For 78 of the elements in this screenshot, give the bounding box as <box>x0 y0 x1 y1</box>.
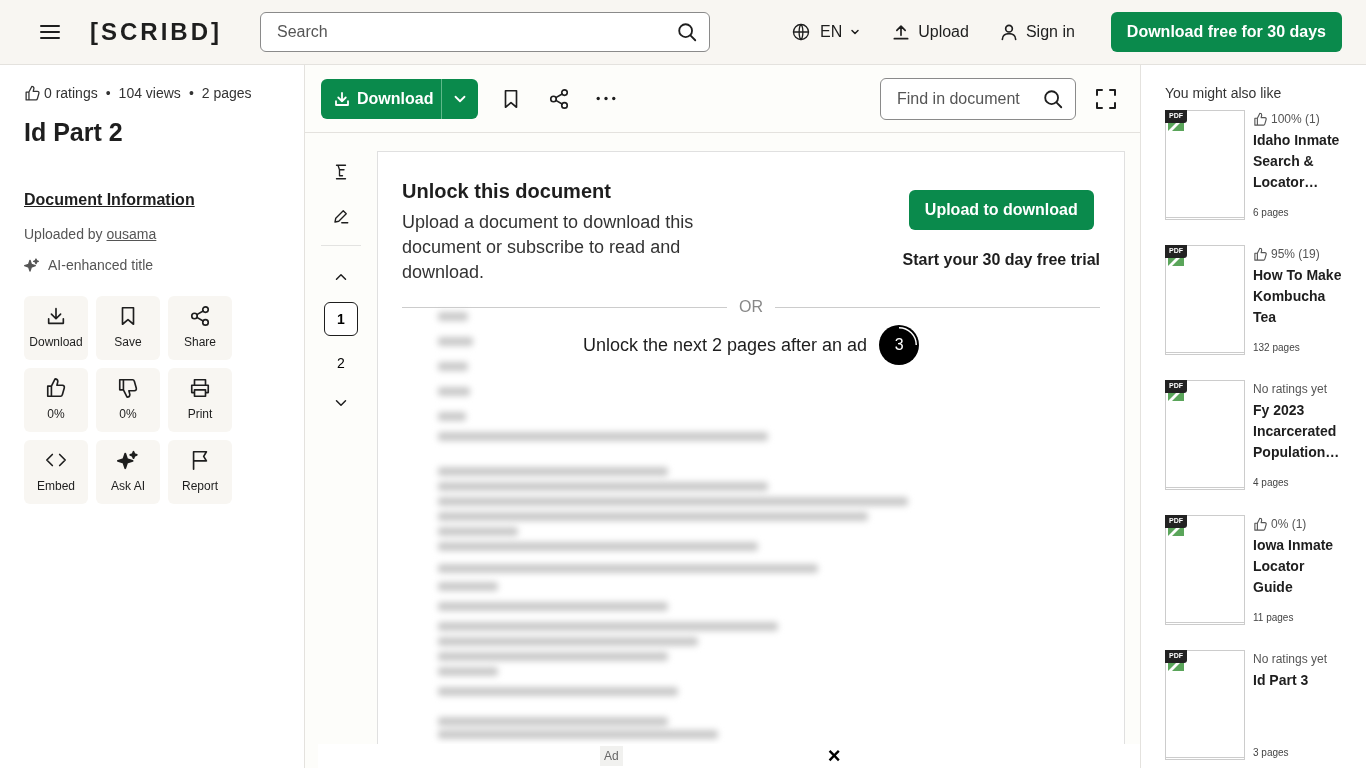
search-field[interactable]: Search <box>260 12 710 52</box>
broken-image-icon <box>1168 393 1184 401</box>
action-tile[interactable]: 0% <box>24 367 88 432</box>
logo[interactable]: [SCRIBD] <box>90 14 222 50</box>
ad-label: Ad <box>600 746 623 766</box>
views-count: 104 views <box>118 84 181 103</box>
printer-icon <box>189 376 211 399</box>
or-divider-text: OR <box>739 297 763 317</box>
download-free-button[interactable]: Download free for 30 days <box>1110 12 1342 52</box>
rating-text: No ratings yet <box>1253 381 1328 398</box>
download-options-button[interactable] <box>442 78 479 119</box>
thumbs-up-icon <box>24 85 41 102</box>
unlock-description: Upload a document to download this document or subscribe to read and download. <box>402 211 695 284</box>
thumbs-up-icon <box>45 376 67 399</box>
page-number[interactable]: 1 <box>324 302 358 336</box>
thumbs-up-icon <box>1253 516 1268 532</box>
thumbs-up-icon <box>1253 246 1268 262</box>
page-count: 6 pages <box>1253 206 1290 220</box>
uploader-link[interactable]: ousama <box>106 225 157 242</box>
free-trial-text: Start your 30 day free trial <box>902 250 1100 270</box>
page-number[interactable]: 2 <box>324 346 358 380</box>
broken-image-icon <box>1168 258 1184 266</box>
share-icon <box>548 87 571 110</box>
related-document-title[interactable]: How To Make Kombucha Tea <box>1253 265 1345 328</box>
sparkle-icon <box>117 448 139 471</box>
thumbs-down-icon <box>117 376 139 399</box>
action-tile[interactable]: Embed <box>24 439 88 504</box>
pencil-icon <box>332 207 350 225</box>
action-tile[interactable]: Ask AI <box>96 439 160 504</box>
related-document-title[interactable]: Idaho Inmate Search & Locator… <box>1253 130 1345 193</box>
document-information-link[interactable]: Document Information <box>24 190 195 208</box>
section-heading: You might also like <box>1165 84 1283 103</box>
close-ad-button[interactable]: × <box>827 745 841 767</box>
rating-text: 95% (19) <box>1271 246 1320 263</box>
search-icon <box>676 21 698 43</box>
sparkle-icon <box>24 257 40 273</box>
document-title: Id Part 2 <box>24 117 124 148</box>
upload-link[interactable]: Upload <box>891 20 969 44</box>
broken-image-icon <box>1168 528 1184 536</box>
language-selector[interactable]: EN <box>790 20 862 44</box>
action-tile[interactable]: Print <box>168 367 232 432</box>
share-icon <box>189 304 211 327</box>
ai-enhanced-note: AI-enhanced title <box>48 255 154 275</box>
globe-icon <box>790 22 811 42</box>
action-tile[interactable]: Download <box>24 295 88 360</box>
more-icon <box>596 96 617 101</box>
page-count: 11 pages <box>1253 611 1295 625</box>
rating-text: 100% (1) <box>1271 111 1320 128</box>
download-button[interactable]: Download <box>321 78 443 119</box>
unlock-title: Unlock this document <box>402 179 612 204</box>
page-count: 132 pages <box>1253 341 1301 355</box>
page-count: 3 pages <box>1253 746 1290 760</box>
broken-image-icon <box>1168 663 1184 671</box>
action-tile[interactable]: 0% <box>96 367 160 432</box>
broken-image-icon <box>1168 123 1184 131</box>
uploaded-by-label: Uploaded by <box>24 225 103 242</box>
page-count: 4 pages <box>1253 476 1290 490</box>
user-icon <box>998 22 1019 42</box>
thumbs-up-icon <box>1253 111 1268 127</box>
dot-separator: • <box>105 84 111 103</box>
find-in-document-field[interactable]: Find in document <box>880 77 1076 120</box>
related-document-title[interactable]: Id Part 3 <box>1253 670 1345 691</box>
rating-text: 0% (1) <box>1271 516 1307 533</box>
action-tile[interactable]: Share <box>168 295 232 360</box>
fullscreen-icon <box>1094 86 1118 111</box>
action-tile[interactable]: Save <box>96 295 160 360</box>
action-tile[interactable]: Report <box>168 439 232 504</box>
related-document-title[interactable]: Iowa Inmate Locator Guide <box>1253 535 1345 598</box>
page-count: 2 pages <box>201 84 252 103</box>
dot-separator: • <box>188 84 194 103</box>
ratings-count: 0 ratings <box>44 84 98 103</box>
upload-to-download-button[interactable]: Upload to download <box>908 190 1094 230</box>
rating-text: No ratings yet <box>1253 651 1328 668</box>
download-icon <box>333 89 351 108</box>
search-icon <box>1042 87 1064 110</box>
related-document-title[interactable]: Fy 2023 Incarcerated Population… <box>1253 400 1345 463</box>
sign-in-link[interactable]: Sign in <box>998 20 1075 44</box>
countdown-timer: 3 <box>879 325 920 365</box>
